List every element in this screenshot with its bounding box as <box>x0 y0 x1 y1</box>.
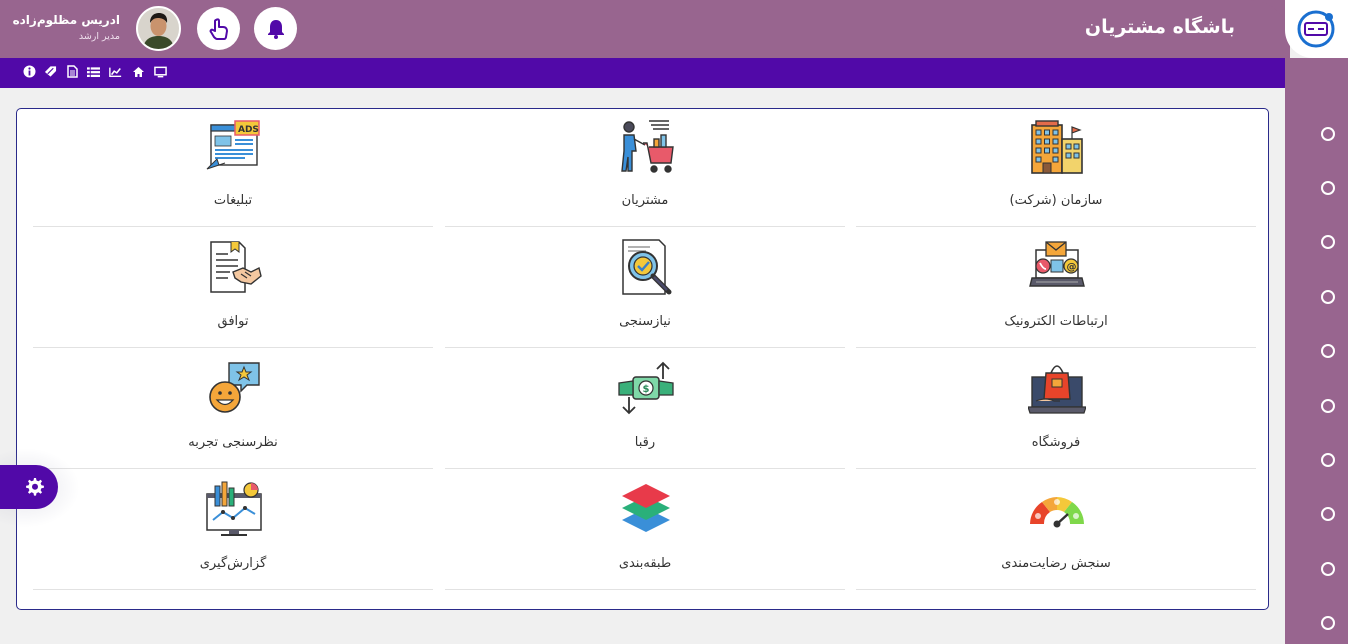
shop-laptop-icon <box>1027 359 1087 417</box>
file-icon[interactable] <box>66 65 79 78</box>
building-icon <box>1028 117 1086 175</box>
tile-satisfaction[interactable]: سنجش رضایت‌مندی <box>856 472 1256 590</box>
modules-panel: سازمان (شرکت) مشتریان ADS تبلیغات @ ارتب… <box>16 108 1269 610</box>
report-monitor-icon <box>205 480 263 538</box>
money-exchange-icon: $ <box>617 359 675 417</box>
layers-icon <box>617 480 675 538</box>
sidebar-item-1[interactable] <box>1321 127 1335 141</box>
settings-button[interactable] <box>0 465 58 509</box>
sidebar-item-2[interactable] <box>1321 181 1335 195</box>
app-logo-icon[interactable] <box>1292 6 1340 52</box>
tile-agreement[interactable]: توافق <box>33 230 433 348</box>
smile-star-icon <box>205 359 263 417</box>
ads-icon: ADS <box>205 117 263 175</box>
svg-text:$: $ <box>643 384 650 395</box>
info-icon[interactable] <box>23 65 36 78</box>
sidebar-item-8[interactable] <box>1321 507 1335 521</box>
toolbar <box>0 58 1285 88</box>
page-title: باشگاه مشتریان <box>1084 16 1235 38</box>
bell-icon <box>267 19 284 39</box>
svg-text:@: @ <box>1067 262 1077 273</box>
avatar[interactable] <box>136 6 181 51</box>
tile-competitors[interactable]: $ رقبا <box>445 351 845 469</box>
list-icon[interactable] <box>87 65 100 78</box>
tile-shop[interactable]: فروشگاه <box>856 351 1256 469</box>
tag-icon[interactable] <box>44 65 57 78</box>
gear-icon <box>26 478 44 496</box>
tile-label: تبلیغات <box>213 193 253 208</box>
hand-pointer-icon <box>209 17 228 40</box>
tile-label: توافق <box>217 314 249 329</box>
email-laptop-icon: @ <box>1028 238 1086 296</box>
monitor-icon[interactable] <box>154 65 167 78</box>
tile-label: نظرسنجی تجربه <box>188 435 278 450</box>
shopping-cart-icon <box>617 117 675 175</box>
home-icon[interactable] <box>132 65 145 78</box>
tile-e-communication[interactable]: @ ارتباطات الکترونیک <box>856 230 1256 348</box>
right-sidebar <box>1285 58 1348 644</box>
tile-reports[interactable]: گزارش‌گیری <box>33 472 433 590</box>
tile-label: سازمان (شرکت) <box>1009 193 1103 208</box>
sidebar-item-4[interactable] <box>1321 290 1335 304</box>
pointer-button[interactable] <box>197 7 240 50</box>
tile-label: طبقه‌بندی <box>618 556 672 571</box>
sidebar-item-3[interactable] <box>1321 235 1335 249</box>
user-name: ادریس مظلوم‌زاده <box>12 13 120 27</box>
notifications-button[interactable] <box>254 7 297 50</box>
handshake-icon <box>205 238 263 296</box>
magnifier-check-icon <box>617 238 675 296</box>
svg-text:ADS: ADS <box>238 125 259 135</box>
tile-customers[interactable]: مشتریان <box>445 109 845 227</box>
sidebar-item-10[interactable] <box>1321 616 1335 630</box>
tile-classification[interactable]: طبقه‌بندی <box>445 472 845 590</box>
tile-label: ارتباطات الکترونیک <box>1004 314 1108 329</box>
tile-label: نیازسنجی <box>619 314 671 329</box>
sidebar-item-6[interactable] <box>1321 399 1335 413</box>
sidebar-item-7[interactable] <box>1321 453 1335 467</box>
chart-line-icon[interactable] <box>109 65 122 78</box>
tile-ads[interactable]: ADS تبلیغات <box>33 109 433 227</box>
user-role: مدیر ارشد <box>78 31 120 42</box>
tile-needs-assessment[interactable]: نیازسنجی <box>445 230 845 348</box>
tile-organization[interactable]: سازمان (شرکت) <box>856 109 1256 227</box>
tile-label: مشتریان <box>621 193 669 208</box>
tile-label: گزارش‌گیری <box>199 556 267 571</box>
tile-experience-survey[interactable]: نظرسنجی تجربه <box>33 351 433 469</box>
gauge-icon <box>1028 480 1086 538</box>
tile-label: رقبا <box>634 435 656 450</box>
tile-label: سنجش رضایت‌مندی <box>1001 556 1111 571</box>
sidebar-item-5[interactable] <box>1321 344 1335 358</box>
sidebar-item-9[interactable] <box>1321 562 1335 576</box>
tile-label: فروشگاه <box>1031 435 1081 450</box>
